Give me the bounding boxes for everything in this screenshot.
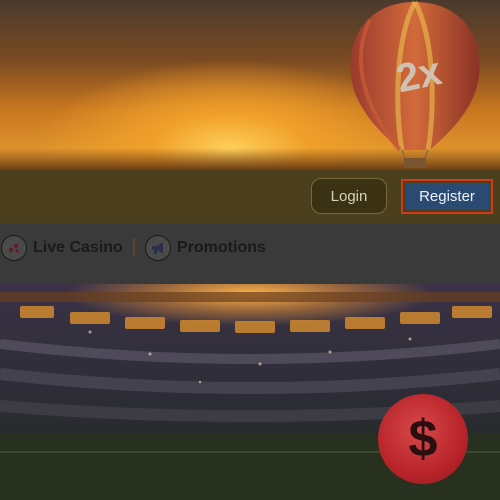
- svg-text:$: $: [409, 410, 438, 468]
- megaphone-icon: [145, 235, 171, 261]
- nav-item-live-casino[interactable]: Live Casino: [1, 233, 123, 263]
- nav-divider: [133, 238, 135, 256]
- login-button[interactable]: Login: [311, 178, 387, 214]
- nav-item-promotions[interactable]: Promotions: [145, 233, 266, 263]
- hero-banner: 2x: [0, 0, 500, 170]
- site-header: Login Register: [0, 170, 500, 224]
- nav-label-live-casino: Live Casino: [33, 239, 123, 256]
- nav-label-promotions: Promotions: [177, 239, 266, 256]
- register-button[interactable]: Register: [405, 183, 489, 210]
- dollar-coin-icon: $: [378, 394, 468, 484]
- balloon-badge: 2x: [393, 49, 446, 101]
- register-button-highlight: Register: [401, 179, 493, 214]
- dice-icon: [1, 235, 27, 261]
- hot-air-balloon-image: 2x: [350, 0, 480, 168]
- category-nav: Live Casino Promotions: [0, 224, 500, 284]
